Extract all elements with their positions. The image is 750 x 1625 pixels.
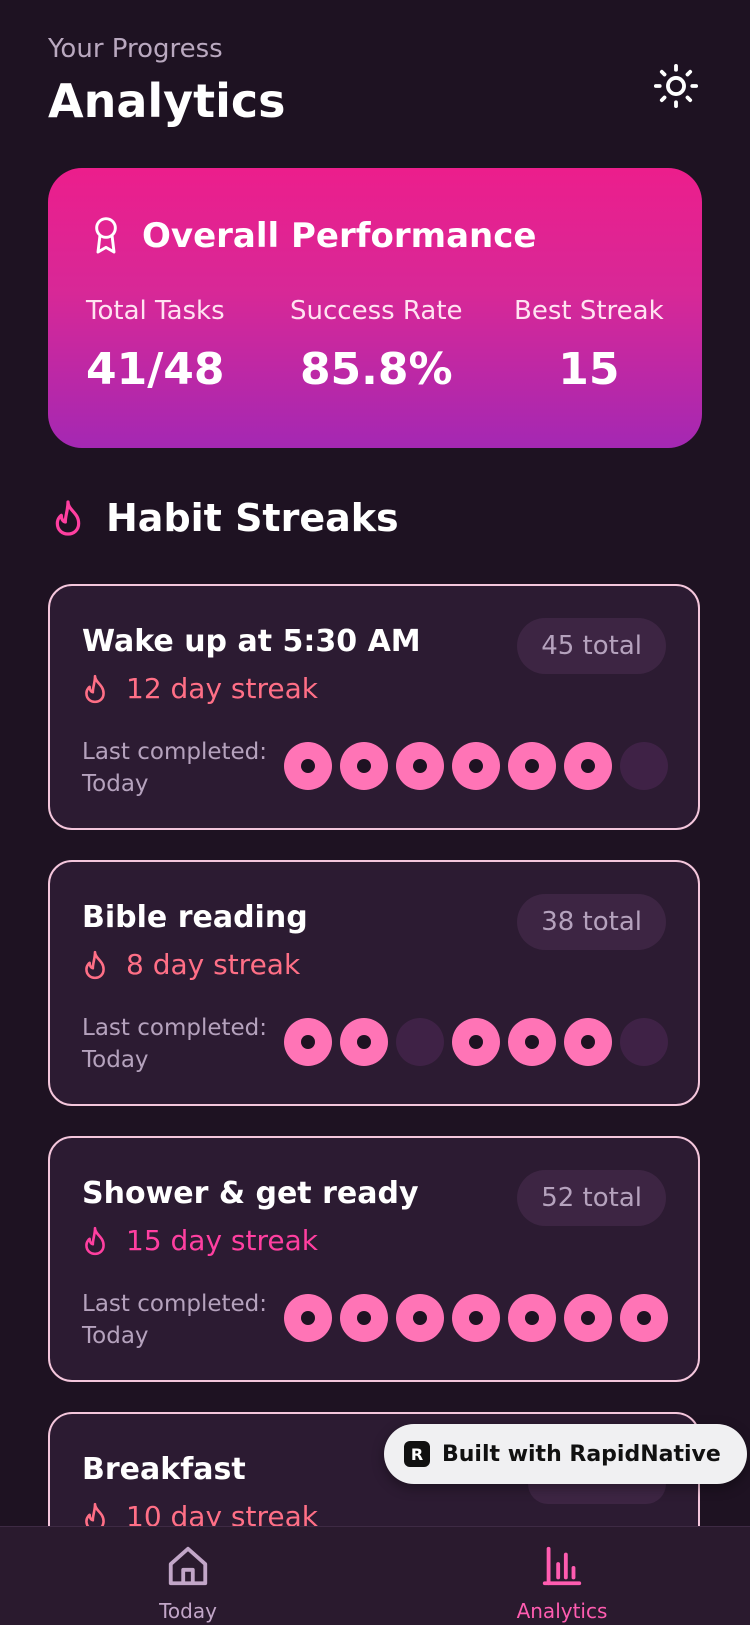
built-with-badge[interactable]: R Built with RapidNative [384, 1424, 747, 1484]
flame-icon [55, 500, 81, 536]
theme-toggle-button[interactable] [650, 60, 702, 112]
day-completed-dot [564, 742, 612, 790]
stat-label: Best Streak [514, 296, 664, 326]
total-badge: 52 total [517, 1170, 666, 1226]
day-completed-dot [396, 742, 444, 790]
badge-label: Built with RapidNative [442, 1441, 721, 1467]
stat-value: 15 [558, 344, 620, 395]
streak-row: 15 day streak [82, 1224, 318, 1257]
day-missed-dot [620, 742, 668, 790]
last-completed-value: Today [82, 1047, 149, 1073]
streak-text: 8 day streak [126, 948, 301, 981]
stat-label: Total Tasks [86, 296, 225, 326]
habit-name: Wake up at 5:30 AM [82, 624, 421, 659]
habit-card[interactable]: Bible reading 38 total 8 day streak Last co… [48, 860, 700, 1106]
last-completed: Last completed: Today [82, 1012, 267, 1076]
last-completed-value: Today [82, 1323, 149, 1349]
day-completed-dot [284, 1018, 332, 1066]
day-completed-dot [452, 742, 500, 790]
home-icon [168, 1546, 208, 1586]
habit-name: Bible reading [82, 900, 308, 935]
streak-row: 8 day streak [82, 948, 300, 981]
day-completed-dot [340, 742, 388, 790]
habit-streaks-header: Habit Streaks [52, 496, 399, 540]
page-title: Analytics [48, 74, 286, 128]
day-completed-dot [340, 1294, 388, 1342]
last-completed-label: Last completed: [82, 1015, 267, 1041]
tab-today[interactable]: Today [88, 1543, 288, 1623]
section-title: Habit Streaks [106, 496, 399, 540]
bottom-tab-bar: Today Analytics [0, 1526, 750, 1625]
tab-label: Today [159, 1599, 217, 1623]
day-completed-dot [508, 1018, 556, 1066]
bar-chart-icon [542, 1546, 582, 1586]
stat-label: Success Rate [290, 296, 463, 326]
flame-icon [85, 674, 105, 703]
habit-card[interactable]: Shower & get ready 52 total 15 day streak L… [48, 1136, 700, 1382]
total-badge: 38 total [517, 894, 666, 950]
overall-performance-title: Overall Performance [142, 216, 537, 256]
week-dots [284, 1018, 668, 1066]
page-subtitle: Your Progress [48, 34, 223, 64]
habit-name: Breakfast [82, 1452, 246, 1487]
day-completed-dot [284, 742, 332, 790]
flame-icon [85, 950, 105, 979]
habit-name: Shower & get ready [82, 1176, 419, 1211]
last-completed-label: Last completed: [82, 1291, 267, 1317]
day-completed-dot [564, 1018, 612, 1066]
flame-icon [85, 1226, 105, 1255]
sun-icon [653, 63, 699, 109]
day-completed-dot [620, 1294, 668, 1342]
day-completed-dot [564, 1294, 612, 1342]
total-badge: 45 total [517, 618, 666, 674]
day-completed-dot [508, 742, 556, 790]
last-completed-value: Today [82, 771, 149, 797]
day-completed-dot [284, 1294, 332, 1342]
stat-best-streak: Best Streak 15 [514, 296, 664, 395]
stat-total-tasks: Total Tasks 41/48 [86, 296, 225, 395]
habit-card[interactable]: Wake up at 5:30 AM 45 total 12 day streak L… [48, 584, 700, 830]
award-icon [95, 217, 117, 254]
day-completed-dot [396, 1294, 444, 1342]
last-completed: Last completed: Today [82, 736, 267, 800]
week-dots [284, 742, 668, 790]
day-completed-dot [508, 1294, 556, 1342]
overall-performance-card: Overall Performance Total Tasks 41/48 Su… [48, 168, 702, 448]
streak-text: 12 day streak [126, 672, 318, 705]
streak-text: 15 day streak [126, 1224, 318, 1257]
rapidnative-logo-icon: R [404, 1441, 430, 1467]
stat-value: 41/48 [86, 344, 225, 395]
week-dots [284, 1294, 668, 1342]
last-completed: Last completed: Today [82, 1288, 267, 1352]
streak-row: 12 day streak [82, 672, 318, 705]
stat-success-rate: Success Rate 85.8% [290, 296, 463, 395]
tab-label: Analytics [516, 1599, 608, 1623]
stat-value: 85.8% [299, 344, 453, 395]
day-missed-dot [620, 1018, 668, 1066]
day-completed-dot [452, 1294, 500, 1342]
day-completed-dot [340, 1018, 388, 1066]
header: Your Progress Analytics [48, 34, 702, 134]
day-missed-dot [396, 1018, 444, 1066]
day-completed-dot [452, 1018, 500, 1066]
tab-analytics[interactable]: Analytics [462, 1543, 662, 1623]
last-completed-label: Last completed: [82, 739, 267, 765]
